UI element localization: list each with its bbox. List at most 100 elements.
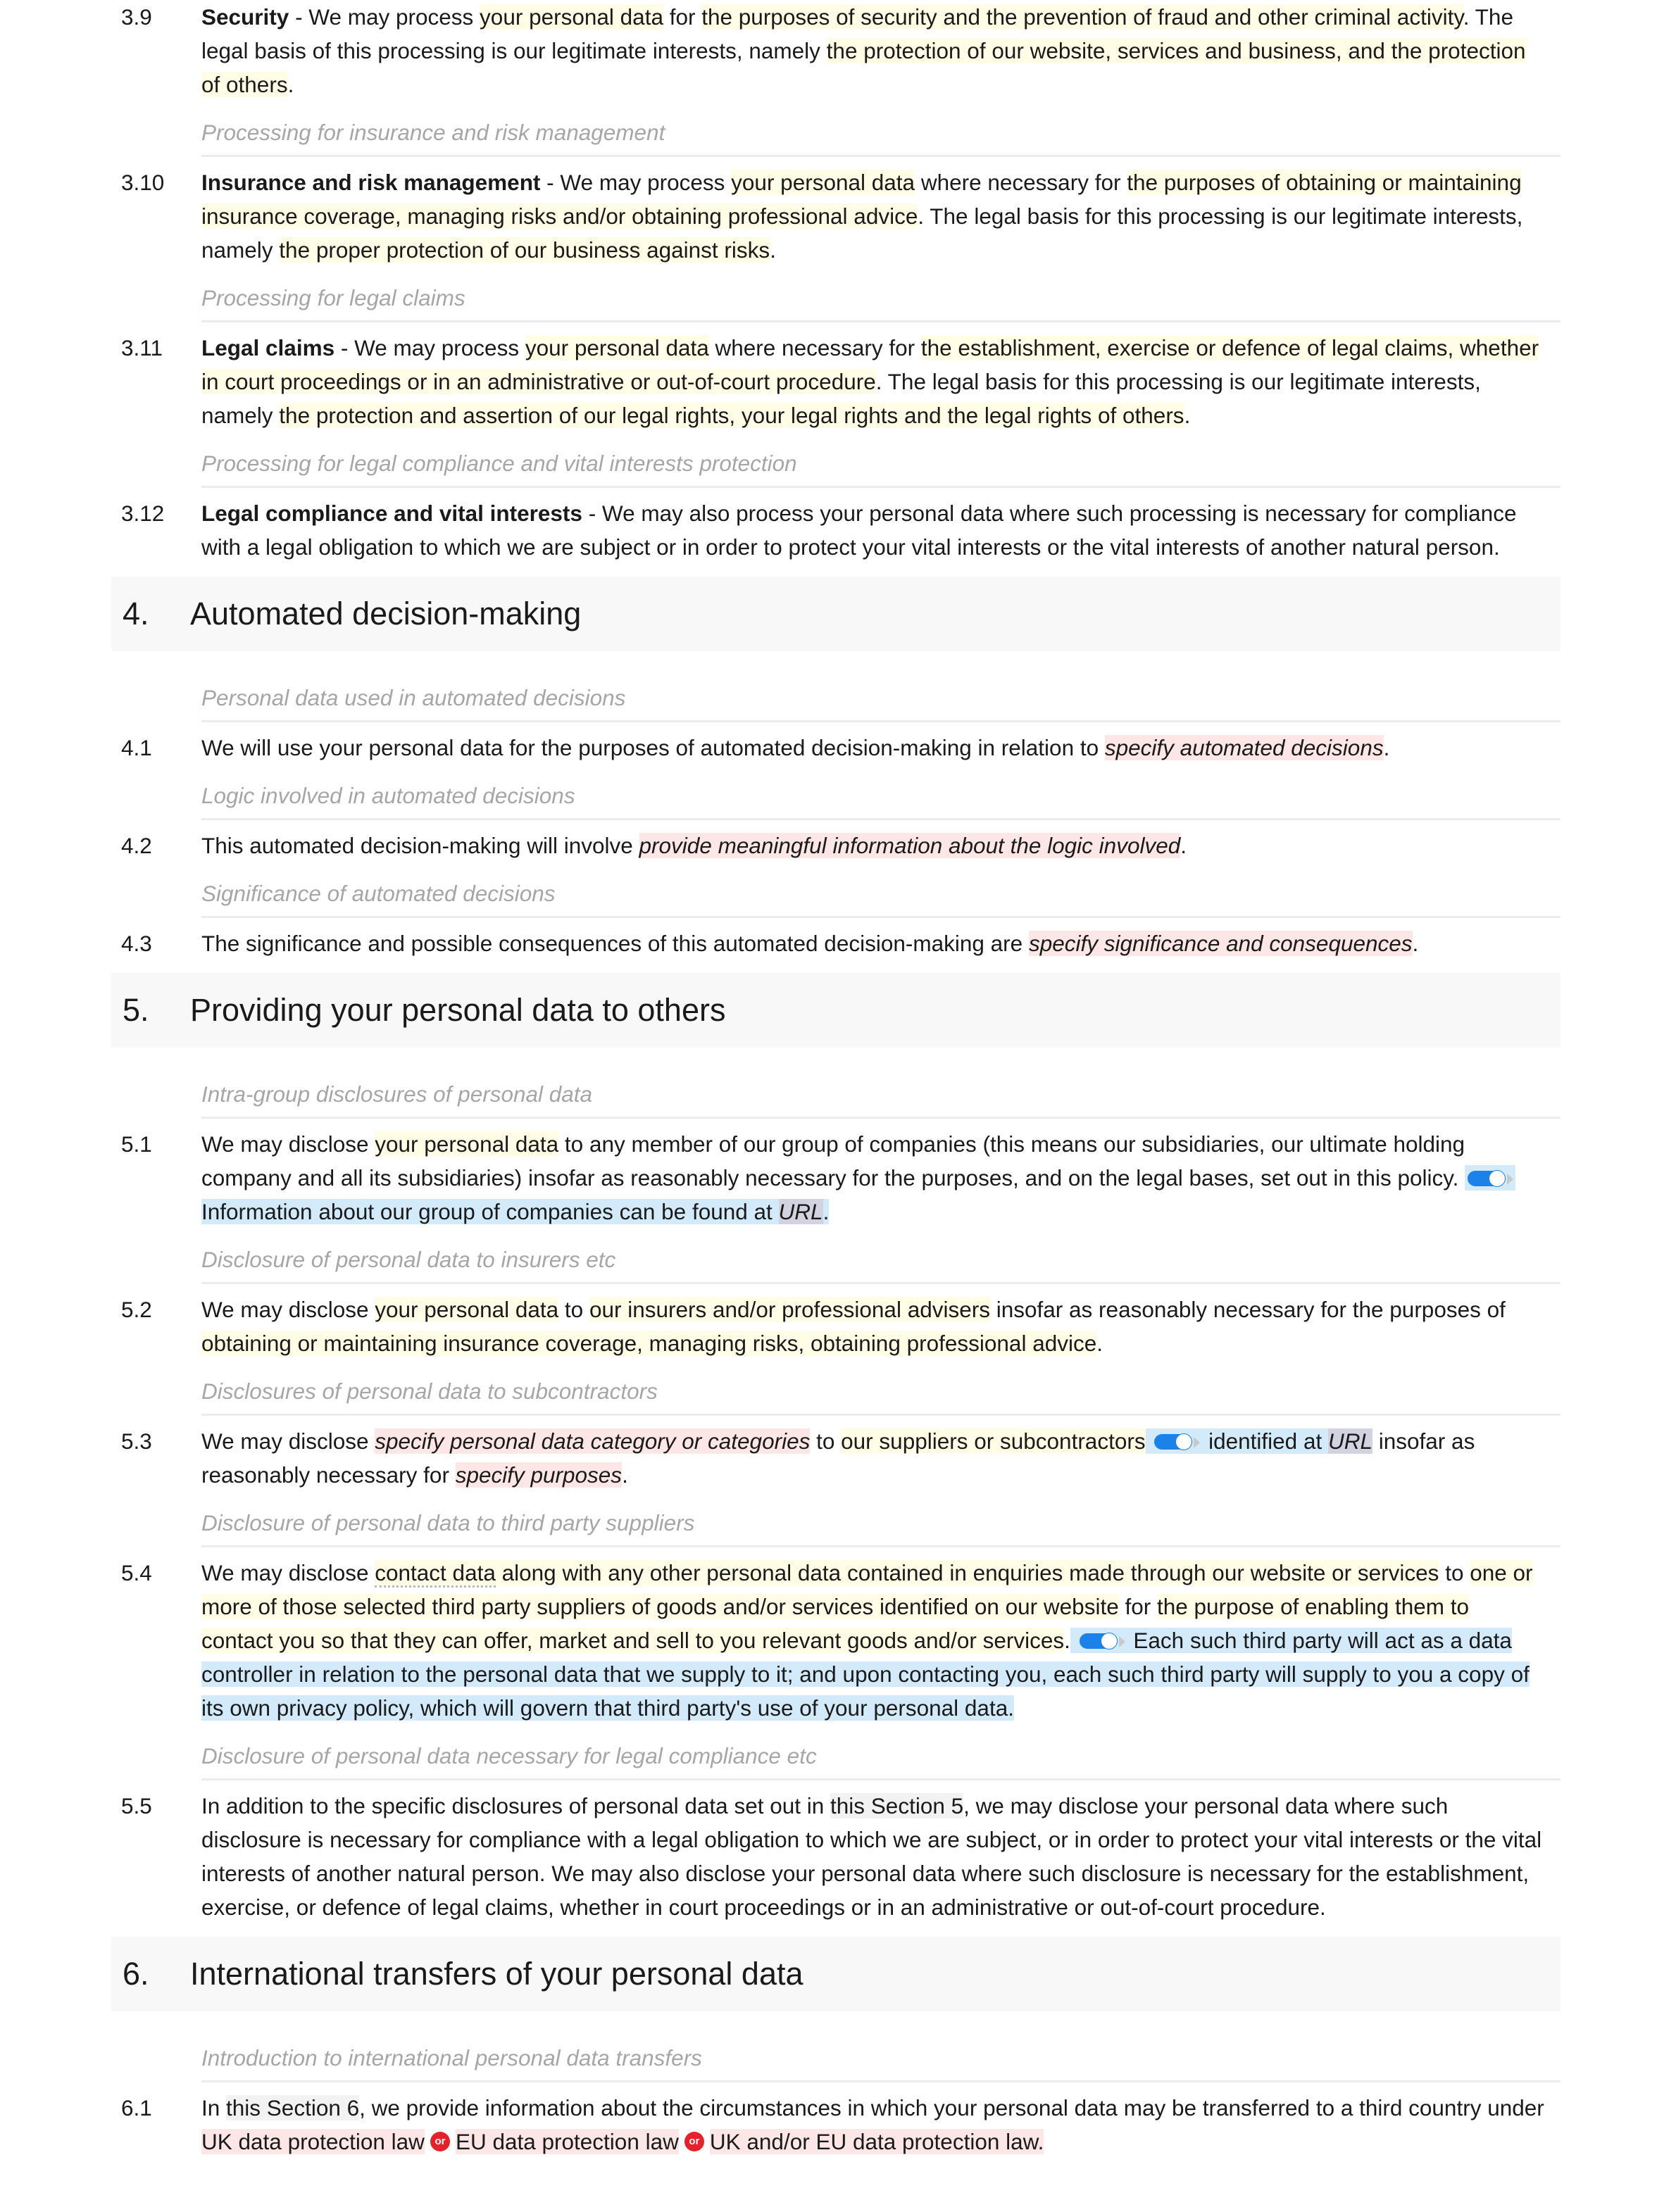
document-page: 3.9 Security - We may process your perso…: [111, 0, 1561, 2158]
clause-3-9: 3.9 Security - We may process your perso…: [111, 0, 1561, 101]
cross-reference-link[interactable]: this Section 5: [830, 1793, 964, 1818]
clause-4-2: 4.2 This automated decision-making will …: [111, 829, 1561, 862]
clause-body: This automated decision-making will invo…: [201, 833, 1187, 858]
clause-number: 4.3: [121, 931, 152, 956]
clause-body: Legal claims - We may process your perso…: [201, 335, 1539, 428]
optional-text-toggle[interactable]: [1468, 1169, 1514, 1188]
clause-number: 3.12: [121, 501, 165, 526]
alternative-option[interactable]: UK and/or EU data protection law.: [709, 2129, 1044, 2154]
clause-title: Legal compliance and vital interests: [201, 501, 582, 526]
variable-text[interactable]: our insurers and/or professional adviser…: [589, 1297, 990, 1322]
url-placeholder[interactable]: URL: [1327, 1428, 1372, 1454]
expand-arrow-icon: [1194, 1436, 1201, 1448]
toggle-knob: [1175, 1433, 1193, 1450]
toggle-knob: [1489, 1169, 1506, 1187]
clause-subheading: Processing for insurance and risk manage…: [201, 101, 1561, 157]
defined-term[interactable]: contact data: [375, 1560, 496, 1588]
clause-subheading: Disclosure of personal data to insurers …: [201, 1228, 1561, 1284]
expand-arrow-icon: [1118, 1635, 1125, 1647]
clause-4-3: 4.3 The significance and possible conseq…: [111, 926, 1561, 960]
section-title: Automated decision-making: [190, 596, 582, 631]
clause-body: Legal compliance and vital interests - W…: [201, 501, 1517, 560]
clause-subheading: Significance of automated decisions: [201, 862, 1561, 918]
clause-6-1: 6.1 In this Section 6, we provide inform…: [111, 2091, 1561, 2158]
section-title: International transfers of your personal…: [190, 1956, 803, 1992]
clause-title: Security: [201, 4, 289, 30]
variable-text[interactable]: your personal data: [525, 335, 709, 360]
clause-body: We will use your personal data for the p…: [201, 735, 1390, 760]
variable-text[interactable]: your personal data: [375, 1297, 559, 1322]
variable-text[interactable]: the purposes of security and the prevent…: [701, 4, 1463, 30]
clause-number: 3.10: [121, 170, 165, 195]
variable-text[interactable]: contact data along with any other person…: [375, 1560, 1439, 1588]
clause-number: 5.2: [121, 1297, 152, 1322]
clause-subheading: Personal data used in automated decision…: [201, 667, 1561, 722]
clause-5-3: 5.3 We may disclose specify personal dat…: [111, 1424, 1561, 1492]
clause-body: We may disclose contact data along with …: [201, 1560, 1533, 1721]
variable-text[interactable]: your personal data: [480, 4, 663, 30]
clause-5-2: 5.2 We may disclose your personal data t…: [111, 1293, 1561, 1360]
clause-5-1: 5.1 We may disclose your personal data t…: [111, 1127, 1561, 1228]
clause-number: 5.5: [121, 1793, 152, 1818]
clause-body: We may disclose specify personal data ca…: [201, 1428, 1475, 1488]
variable-text[interactable]: your personal data: [731, 170, 915, 195]
placeholder-field[interactable]: specify automated decisions: [1104, 735, 1384, 760]
toggle-knob: [1100, 1632, 1118, 1649]
variable-text[interactable]: our suppliers or subcontractors: [841, 1428, 1146, 1454]
alternative-option[interactable]: EU data protection law: [455, 2129, 679, 2154]
clause-number: 3.9: [121, 4, 152, 30]
clause-number: 4.2: [121, 833, 152, 858]
clause-body: We may disclose your personal data to an…: [201, 1127, 1561, 1228]
clause-body: We may disclose your personal data to ou…: [201, 1297, 1506, 1356]
optional-text-block: identified at URL: [1145, 1428, 1372, 1454]
clause-subheading: Logic involved in automated decisions: [201, 765, 1561, 820]
section-number: 4.: [123, 596, 149, 631]
clause-number: 3.11: [121, 335, 163, 360]
clause-subheading: Disclosure of personal data to third par…: [201, 1492, 1561, 1547]
clause-title: Legal claims: [201, 335, 335, 360]
clause-subheading: Introduction to international personal d…: [201, 2027, 1561, 2082]
clause-subheading: Disclosure of personal data necessary fo…: [201, 1725, 1561, 1780]
expand-arrow-icon: [1507, 1173, 1514, 1185]
clause-5-5: 5.5 In addition to the specific disclosu…: [111, 1789, 1561, 1924]
variable-text[interactable]: your personal data: [375, 1131, 559, 1157]
placeholder-field[interactable]: specify significance and consequences: [1028, 931, 1413, 956]
clause-number: 5.4: [121, 1560, 152, 1585]
placeholder-field[interactable]: specify purposes: [455, 1462, 623, 1488]
alternative-option[interactable]: UK data protection law: [201, 2129, 425, 2154]
clause-subheading: Intra-group disclosures of personal data: [201, 1063, 1561, 1119]
variable-text[interactable]: the proper protection of our business ag…: [279, 237, 770, 263]
clause-4-1: 4.1 We will use your personal data for t…: [111, 731, 1561, 765]
variable-text[interactable]: obtaining or maintaining insurance cover…: [201, 1331, 1097, 1356]
clause-body: In this Section 6, we provide informatio…: [201, 2095, 1544, 2154]
section-heading-6: 6. International transfers of your perso…: [111, 1937, 1561, 2011]
clause-3-12: 3.12 Legal compliance and vital interest…: [111, 496, 1561, 564]
optional-text-toggle[interactable]: [1079, 1632, 1125, 1650]
section-title: Providing your personal data to others: [190, 992, 726, 1028]
clause-subheading: Disclosures of personal data to subcontr…: [201, 1360, 1561, 1416]
clause-number: 6.1: [121, 2095, 152, 2120]
clause-3-10: 3.10 Insurance and risk management - We …: [111, 165, 1561, 267]
placeholder-field[interactable]: specify personal data category or catego…: [375, 1428, 811, 1454]
or-selector-icon[interactable]: or: [430, 2131, 450, 2151]
clause-body: Insurance and risk management - We may p…: [201, 170, 1523, 263]
optional-text-toggle[interactable]: [1154, 1433, 1201, 1451]
cross-reference-link[interactable]: this Section 6: [226, 2095, 360, 2120]
section-heading-5: 5. Providing your personal data to other…: [111, 973, 1561, 1048]
clause-number: 5.1: [121, 1131, 152, 1157]
clause-number: 4.1: [121, 735, 152, 760]
clause-title: Insurance and risk management: [201, 170, 541, 195]
clause-subheading: Processing for legal compliance and vita…: [201, 432, 1561, 488]
clause-body: The significance and possible consequenc…: [201, 931, 1419, 956]
clause-body: Security - We may process your personal …: [201, 4, 1526, 97]
section-heading-4: 4. Automated decision-making: [111, 577, 1561, 651]
clause-5-4: 5.4 We may disclose contact data along w…: [111, 1556, 1561, 1725]
section-number: 5.: [123, 992, 149, 1028]
clause-3-11: 3.11 Legal claims - We may process your …: [111, 331, 1561, 432]
clause-number: 5.3: [121, 1428, 152, 1454]
or-selector-icon[interactable]: or: [684, 2131, 704, 2151]
url-placeholder[interactable]: URL: [778, 1199, 823, 1224]
placeholder-field[interactable]: provide meaningful information about the…: [639, 833, 1181, 858]
variable-text[interactable]: the protection and assertion of our lega…: [279, 403, 1184, 428]
clause-subheading: Processing for legal claims: [201, 267, 1561, 322]
